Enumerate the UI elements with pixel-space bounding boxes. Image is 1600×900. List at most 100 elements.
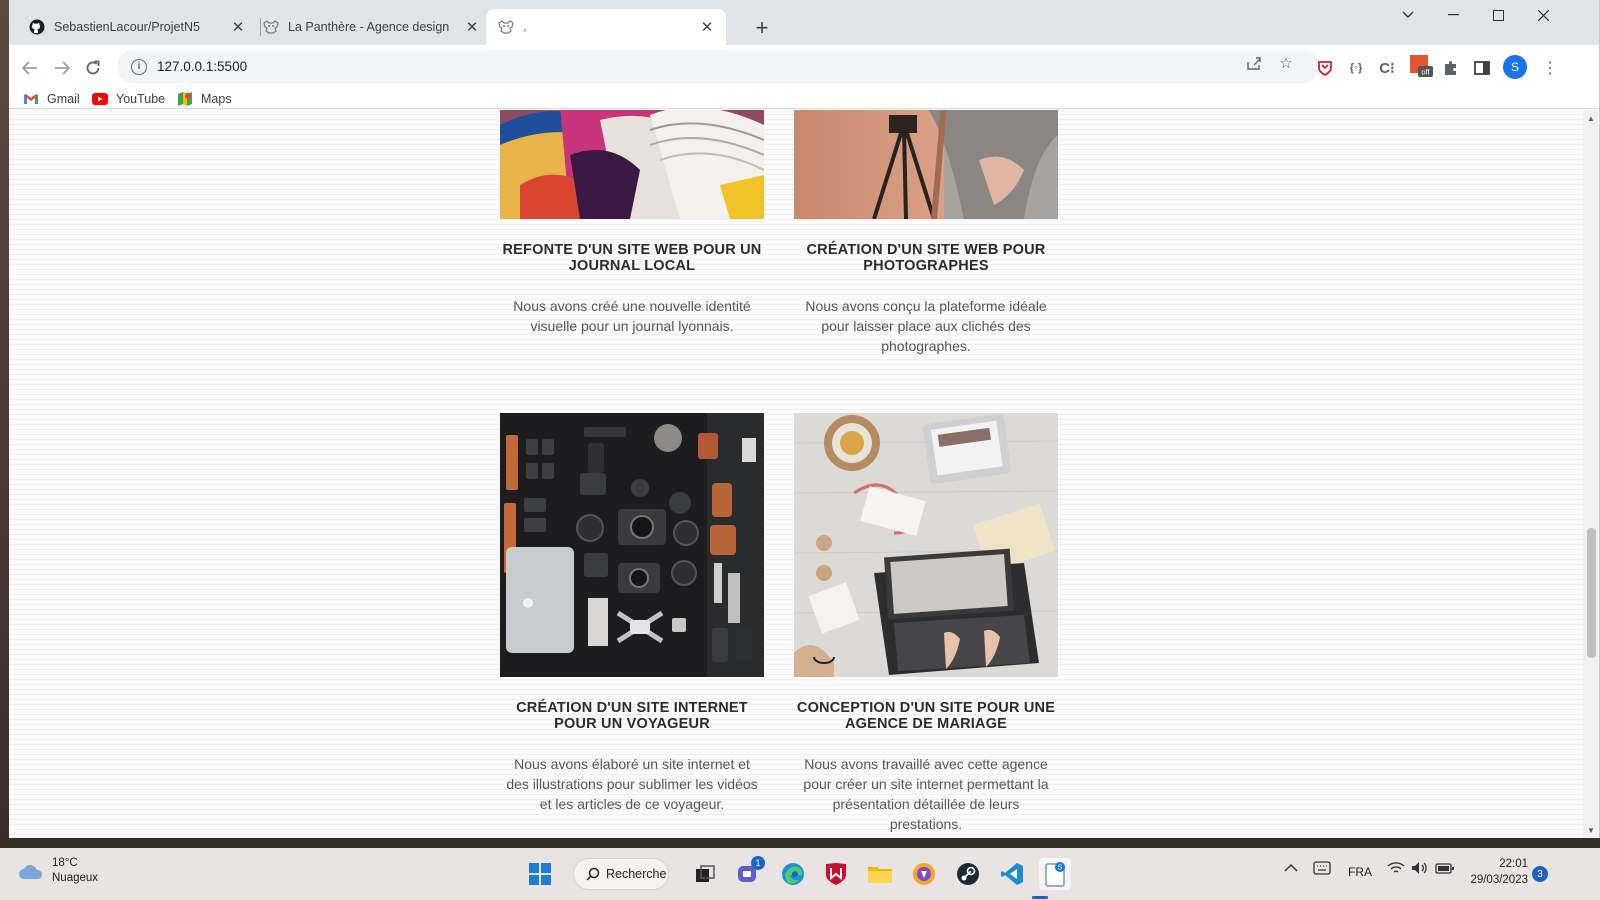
side-panel-icon[interactable]: [1471, 57, 1493, 79]
scroll-up-arrow-icon[interactable]: ▲: [1587, 114, 1595, 123]
minimize-button[interactable]: [1430, 0, 1476, 30]
tab-la-panthere[interactable]: La Panthère - Agence design ✕: [251, 9, 491, 45]
cloud-icon: [19, 865, 43, 879]
language-indicator[interactable]: FRA: [1348, 865, 1372, 879]
keyboard-icon[interactable]: [1313, 861, 1331, 878]
project-card[interactable]: Création d'un site internet pour un voya…: [500, 413, 764, 814]
back-arrow-icon[interactable]: [15, 53, 45, 83]
gmail-icon: [23, 92, 39, 106]
address-bar[interactable]: i 127.0.0.1:5500: [117, 50, 1319, 83]
card-title: Création d'un site web pour photographes: [806, 242, 1046, 274]
card-title: Conception d'un site pour une agence de …: [796, 700, 1056, 732]
search-label: Recherche: [606, 867, 667, 881]
page-scrollbar[interactable]: ▲ ▼: [1583, 110, 1599, 838]
task-view-icon[interactable]: [689, 858, 721, 890]
share-icon[interactable]: [1243, 53, 1265, 73]
browser-window: SebastienLacour/ProjetN5 ✕ La Panthère -…: [9, 0, 1600, 838]
card-description: Nous avons travaillé avec cette agence p…: [803, 756, 1049, 832]
tab-current[interactable]: . ✕: [486, 9, 726, 45]
tab-search-chevron-icon[interactable]: [1385, 0, 1431, 30]
maximize-button[interactable]: [1475, 0, 1521, 30]
panther-icon: [263, 19, 279, 35]
scroll-down-arrow-icon[interactable]: ▼: [1587, 826, 1595, 835]
windows-start-icon[interactable]: [524, 858, 556, 890]
close-tab-icon[interactable]: ✕: [698, 18, 716, 36]
card-description: Nous avons élaboré un site internet et d…: [506, 756, 758, 812]
close-tab-icon[interactable]: ✕: [229, 18, 247, 36]
show-hidden-icons-chevron[interactable]: [1284, 862, 1298, 876]
json-extension-icon[interactable]: {◦}: [1345, 57, 1367, 79]
card-title: Refonte d'un site web pour un journal lo…: [502, 242, 762, 274]
forward-arrow-icon[interactable]: [47, 53, 77, 83]
weather-temperature: 18°C: [52, 857, 78, 869]
project-card[interactable]: Création d'un site web pour photographes…: [794, 110, 1058, 356]
site-info-icon[interactable]: i: [131, 58, 147, 75]
toolbar-divider: [9, 108, 1599, 109]
panther-icon: [498, 19, 514, 35]
camera-gear-flatlay-photo: [500, 413, 764, 677]
tab-strip: SebastienLacour/ProjetN5 ✕ La Panthère -…: [9, 0, 1599, 45]
bookmark-label: Gmail: [47, 92, 80, 106]
mcafee-icon[interactable]: [820, 858, 852, 890]
scrollbar-thumb[interactable]: [1587, 528, 1596, 658]
teams-badge: 1: [751, 856, 765, 870]
volume-icon[interactable]: [1411, 861, 1429, 878]
teams-chat-icon[interactable]: 1: [733, 856, 765, 890]
svg-text:S: S: [1058, 865, 1063, 872]
vscode-icon[interactable]: [996, 858, 1028, 890]
wifi-icon[interactable]: [1387, 861, 1405, 878]
tab-label: .: [523, 20, 527, 34]
edge-browser-icon[interactable]: [777, 858, 809, 890]
tab-label: La Panthère - Agence design: [288, 20, 450, 34]
clock-time: 22:01: [1499, 858, 1528, 870]
notification-badge[interactable]: 3: [1532, 866, 1548, 882]
bookmark-star-icon[interactable]: ☆: [1275, 53, 1297, 73]
extension-badge-text: off: [1421, 68, 1430, 77]
card-title: Création d'un site internet pour un voya…: [516, 700, 748, 732]
vpn-icon[interactable]: [908, 858, 940, 890]
maps-icon: [177, 92, 193, 106]
weather-widget[interactable]: 18°C Nuageux: [18, 856, 98, 886]
close-tab-icon[interactable]: ✕: [463, 18, 481, 36]
page-viewport: Refonte d'un site web pour un journal lo…: [9, 110, 1583, 838]
windows-taskbar: 18°C Nuageux Recherche 1 S FRA 22:01 29/…: [0, 848, 1600, 900]
clock-date: 29/03/2023: [1470, 874, 1528, 886]
system-clock[interactable]: 22:01 29/03/2023: [1466, 856, 1528, 888]
project-card[interactable]: Conception d'un site pour une agence de …: [794, 413, 1058, 834]
battery-icon[interactable]: [1435, 861, 1455, 878]
menu-kebab-icon[interactable]: ⋮: [1539, 57, 1561, 79]
bookmark-label: YouTube: [116, 92, 166, 106]
color-picker-extension-icon[interactable]: off: [1409, 54, 1433, 78]
reload-icon[interactable]: [78, 53, 108, 83]
active-app-indicator: [1032, 896, 1048, 899]
puzzle-extensions-icon[interactable]: [1440, 57, 1462, 79]
youtube-icon: [92, 92, 108, 106]
project-card[interactable]: Refonte d'un site web pour un journal lo…: [500, 110, 764, 336]
desktop-wallpaper-bottom: [0, 838, 1600, 848]
github-icon: [29, 19, 45, 35]
card-description: Nous avons conçu la plateforme idéale po…: [805, 298, 1047, 354]
bookmark-maps[interactable]: Maps: [177, 92, 232, 106]
card-description: Nous avons créé une nouvelle identité vi…: [513, 298, 751, 334]
tab-github[interactable]: SebastienLacour/ProjetN5 ✕: [17, 9, 257, 45]
css-extension-icon[interactable]: C⁝: [1376, 57, 1398, 79]
tab-label: SebastienLacour/ProjetN5: [54, 20, 200, 34]
steam-icon[interactable]: [952, 858, 984, 890]
shield-extension-icon[interactable]: [1314, 57, 1336, 79]
profile-avatar[interactable]: S: [1503, 55, 1527, 79]
taskbar-search-button[interactable]: Recherche: [573, 858, 669, 890]
browser-toolbar: i 127.0.0.1:5500 ☆ {◦} C⁝ off S ⋮: [9, 45, 1599, 91]
search-icon: [586, 867, 600, 881]
notepad-app-icon[interactable]: S: [1039, 858, 1071, 890]
close-window-button[interactable]: [1520, 0, 1566, 30]
photographer-tripod-photo: [794, 110, 1058, 219]
bookmark-gmail[interactable]: Gmail: [23, 92, 80, 106]
magazines-photo: [500, 110, 764, 219]
url-text: 127.0.0.1:5500: [157, 59, 248, 74]
weather-description: Nuageux: [52, 872, 99, 884]
file-explorer-icon[interactable]: [864, 858, 896, 890]
new-tab-button[interactable]: +: [748, 14, 776, 42]
bookmark-youtube[interactable]: YouTube: [92, 92, 165, 106]
laptop-desk-photo: [794, 413, 1058, 677]
bookmark-label: Maps: [201, 92, 232, 106]
